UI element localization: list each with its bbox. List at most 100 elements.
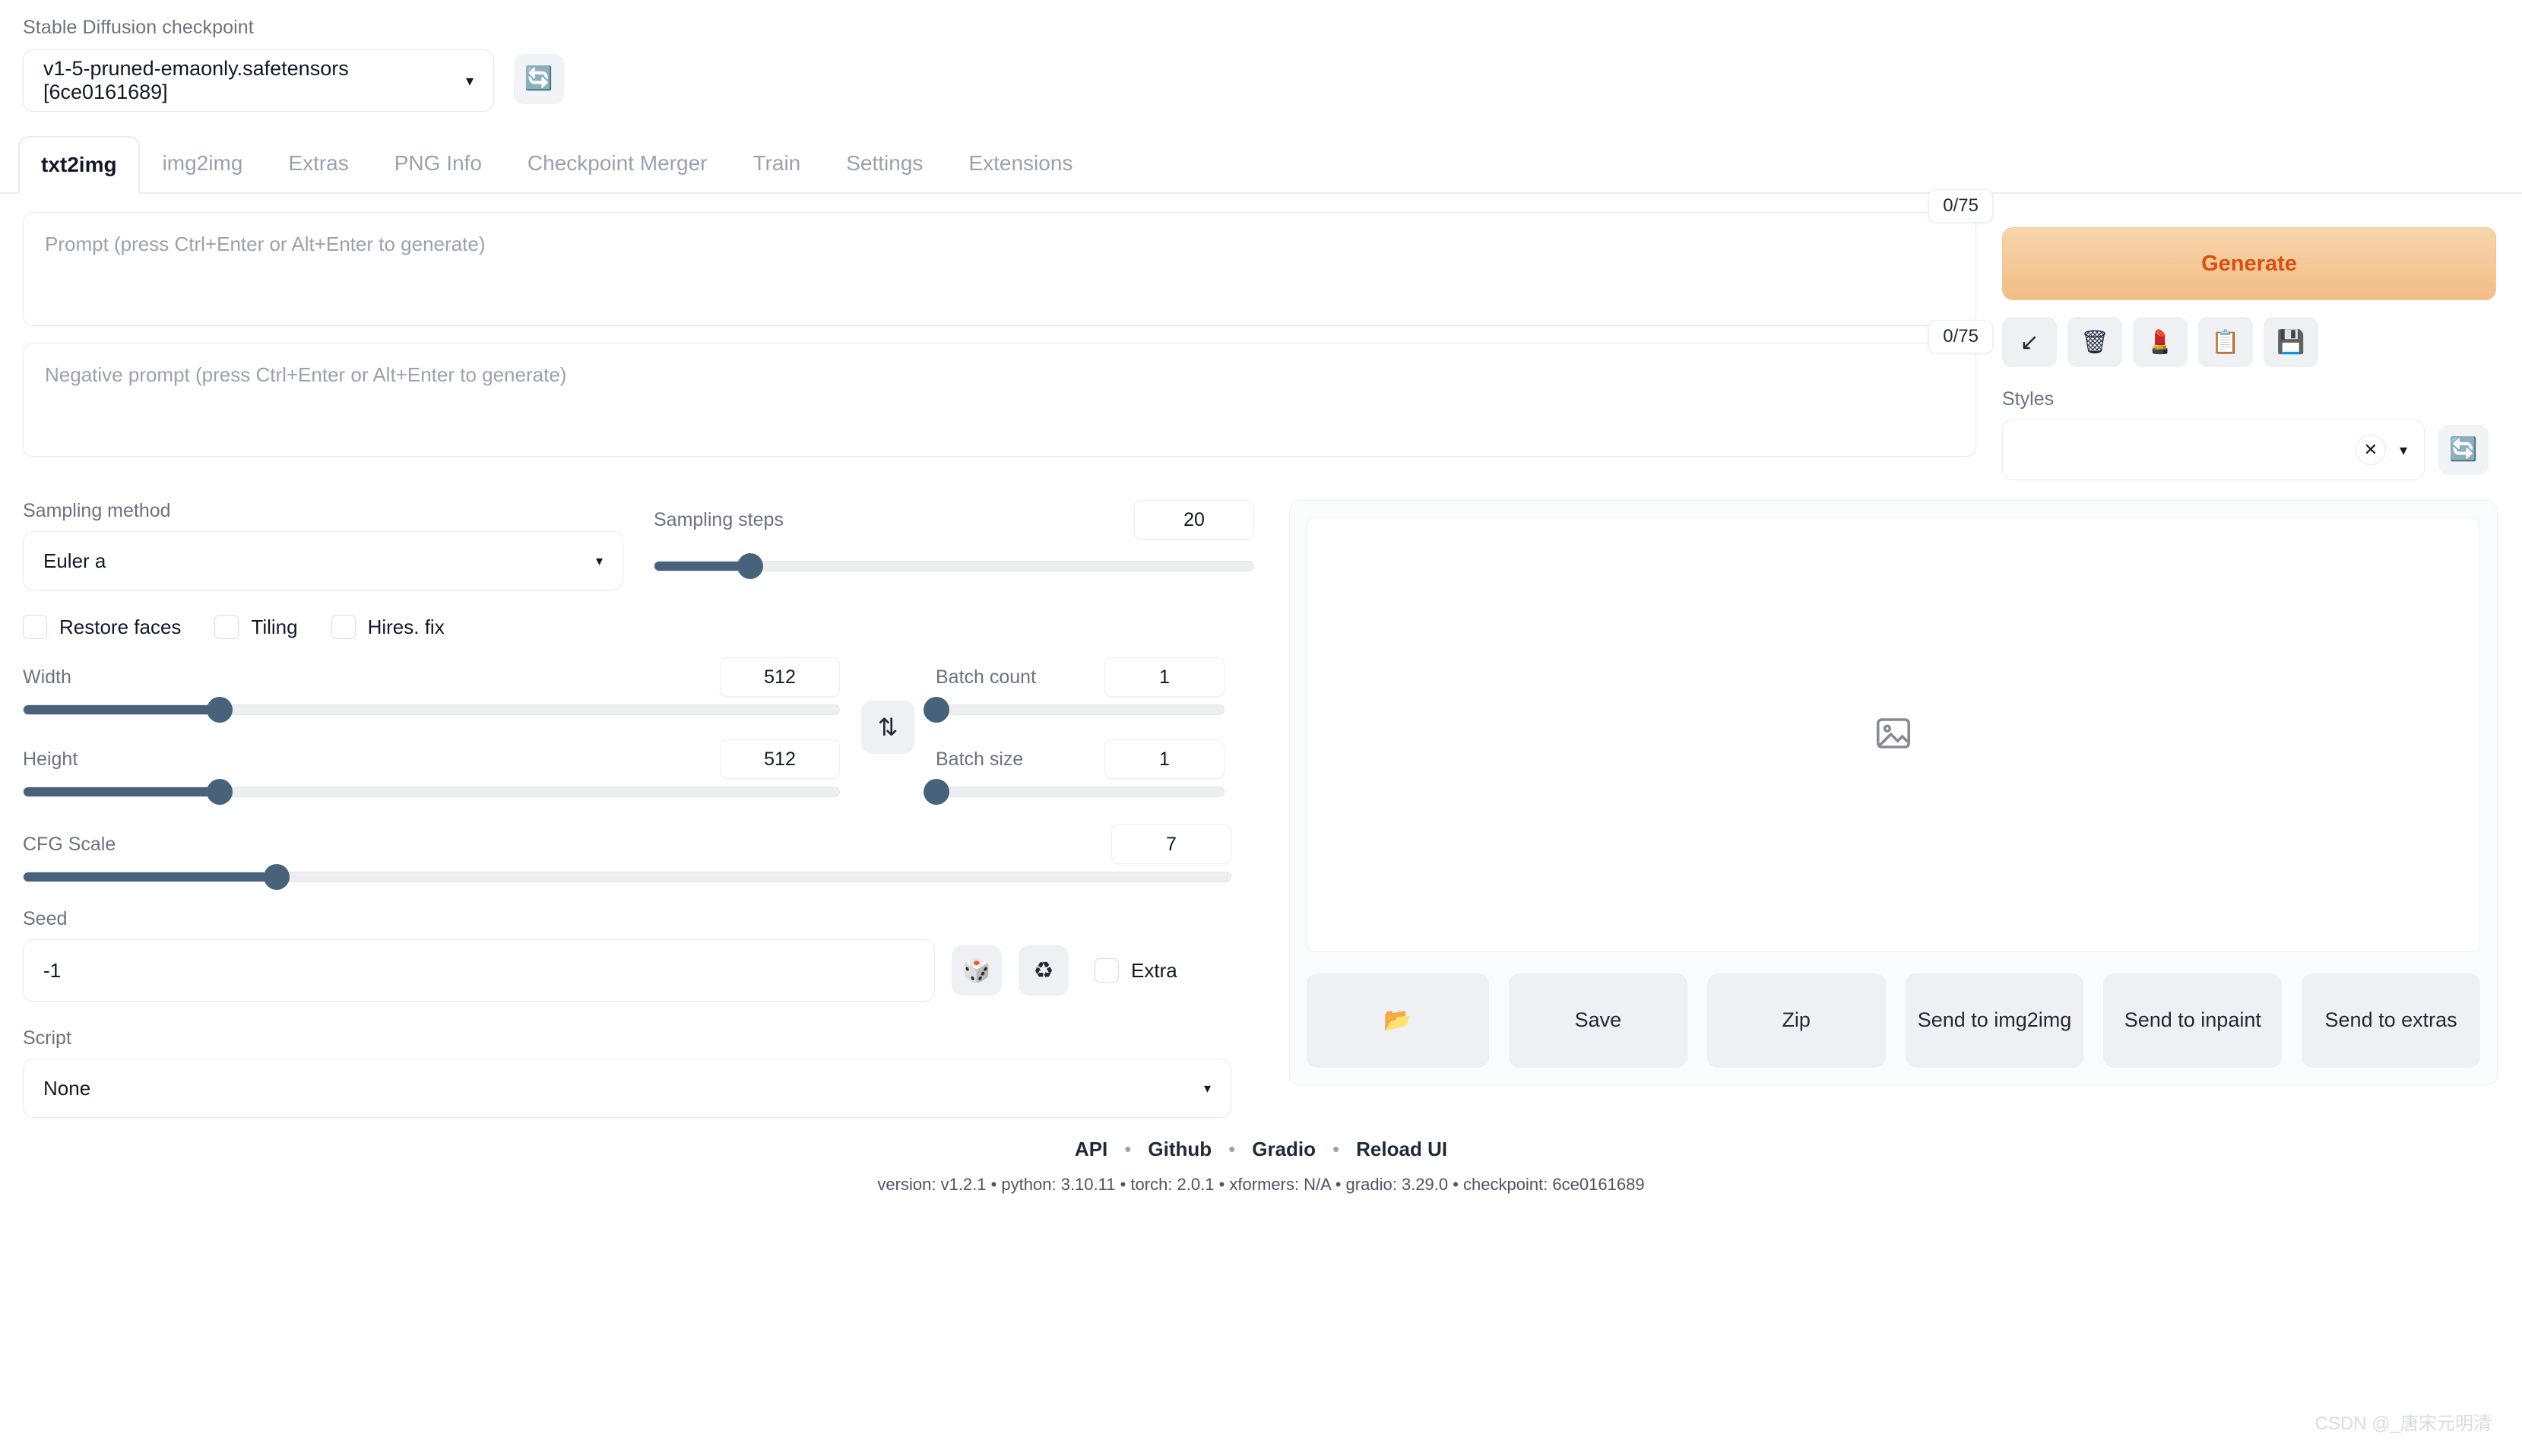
checkbox-box[interactable] [331,615,356,639]
batch-size-label: Batch size [936,748,1024,770]
cfg-scale-row: CFG Scale 7 [23,825,1231,890]
seed-input[interactable]: -1 [23,939,935,1002]
negative-prompt-input[interactable]: Negative prompt (press Ctrl+Enter or Alt… [23,343,1976,457]
send-to-img2img-button[interactable]: Send to img2img [1905,973,2084,1068]
generate-button[interactable]: Generate [2002,227,2496,300]
prompt-token-counter: 0/75 [1928,189,1993,223]
prompt-tools-row: ↙ 🗑 💄 📋 💾 [2002,317,2496,367]
negative-prompt-block: 0/75 Negative prompt (press Ctrl+Enter o… [23,320,1993,457]
batch-count-label: Batch count [936,666,1037,688]
tab-txt2img[interactable]: txt2img [18,136,140,194]
refresh-styles-button[interactable]: 🔄 [2438,425,2489,475]
hires-fix-checkbox[interactable]: Hires. fix [331,615,445,639]
app-root: Stable Diffusion checkpoint v1-5-pruned-… [0,0,2522,1456]
output-actions-row: 📂 Save Zip Send to img2img Send to inpai… [1307,973,2480,1068]
checkbox-box[interactable] [23,615,47,639]
refresh-icon: 🔄 [2449,437,2478,462]
tab-checkpoint-merger[interactable]: Checkpoint Merger [505,135,730,192]
zip-button[interactable]: Zip [1706,973,1886,1068]
refresh-icon: 🔄 [524,66,553,91]
arrow-down-left-icon: ↙ [2020,329,2039,355]
height-slider[interactable] [23,779,840,805]
output-gallery[interactable] [1307,518,2480,952]
folder-icon: 📂 [1383,1008,1412,1033]
dimensions-row: Width 512 Height 512 ⇅ Batch count 1 Bat… [23,657,1262,805]
seed-row: Seed -1 🎲 ♻ Extra [23,908,1262,1002]
extra-label: Extra [1131,958,1177,982]
restore-faces-label: Restore faces [59,615,182,638]
sampling-method-value: Euler a [43,549,106,572]
sampling-steps-slider[interactable] [654,553,1254,579]
swap-dimensions-button[interactable]: ⇅ [861,701,914,754]
styles-label: Styles [2002,388,2055,410]
clear-prompt-button[interactable]: 🗑 [2067,317,2122,367]
swap-dimensions-icon: ⇅ [877,714,898,741]
apply-style-button[interactable]: 📋 [2198,317,2253,367]
floppy-disk-icon: 💾 [2276,329,2305,355]
batch-count-slider[interactable] [924,697,1225,723]
clipboard-icon: 📋 [2211,329,2240,355]
chevron-down-icon: ▾ [1203,1080,1211,1096]
chevron-down-icon: ▾ [2399,442,2407,459]
dice-icon: 🎲 [962,957,991,983]
send-to-inpaint-button[interactable]: Send to inpaint [2103,973,2283,1068]
reuse-seed-button[interactable]: ♻ [1019,945,1069,995]
tab-train[interactable]: Train [730,135,823,192]
checkbox-box[interactable] [214,615,239,639]
show-extra-networks-button[interactable]: 💄 [2133,317,2188,367]
footer-link-gradio[interactable]: Gradio [1252,1138,1316,1161]
height-label: Height [23,748,78,770]
checkpoint-section: Stable Diffusion checkpoint v1-5-pruned-… [0,0,2522,112]
close-icon[interactable]: ✕ [2355,435,2386,465]
version-info: version: v1.2.1 • python: 3.10.11 • torc… [877,1175,1645,1194]
tab-img2img[interactable]: img2img [140,135,266,192]
footer-link-reload-ui[interactable]: Reload UI [1356,1138,1447,1161]
refresh-checkpoints-button[interactable]: 🔄 [514,54,564,104]
settings-region: Sampling method Euler a ▾ Sampling steps… [0,500,2522,1118]
open-folder-button[interactable]: 📂 [1307,973,1489,1068]
cfg-scale-value[interactable]: 7 [1111,825,1231,864]
footer-links: API • Github • Gradio • Reload UI [0,1138,2522,1161]
prompt-input[interactable]: Prompt (press Ctrl+Enter or Alt+Enter to… [23,212,1976,326]
image-placeholder-icon [1873,713,1914,758]
width-value[interactable]: 512 [720,657,840,697]
batch-size-slider[interactable] [924,779,1225,805]
extra-seed-checkbox[interactable]: Extra [1095,958,1177,983]
sampling-steps-value[interactable]: 20 [1134,500,1254,540]
styles-dropdown[interactable]: ✕ ▾ [2002,419,2425,480]
footer-link-api[interactable]: API [1075,1138,1107,1161]
output-panel: 📂 Save Zip Send to img2img Send to inpai… [1289,500,2498,1118]
height-value[interactable]: 512 [720,739,840,779]
script-select[interactable]: None ▾ [23,1059,1231,1118]
chevron-down-icon: ▾ [465,72,474,90]
batch-size-value[interactable]: 1 [1104,739,1225,779]
cfg-scale-slider[interactable] [23,864,1231,890]
width-slider[interactable] [23,697,840,723]
random-seed-button[interactable]: 🎲 [952,945,1002,995]
footer-separator: • [1332,1138,1340,1160]
tab-png-info[interactable]: PNG Info [372,135,505,192]
save-button[interactable]: Save [1509,973,1687,1068]
restore-faces-checkbox[interactable]: Restore faces [23,615,181,639]
tab-settings[interactable]: Settings [823,135,946,192]
footer-separator: • [1124,1138,1132,1160]
hires-fix-label: Hires. fix [367,615,445,638]
restore-progress-button[interactable]: ↙ [2002,317,2057,367]
checkbox-box[interactable] [1095,958,1119,983]
send-to-extras-button[interactable]: Send to extras [2302,973,2480,1068]
checkpoint-label: Stable Diffusion checkpoint [23,17,254,38]
tab-extras[interactable]: Extras [265,135,371,192]
save-style-button[interactable]: 💾 [2264,317,2318,367]
tiling-checkbox[interactable]: Tiling [214,615,298,639]
checkpoint-select[interactable]: v1-5-pruned-emaonly.safetensors [6ce0161… [23,49,494,112]
tab-extensions[interactable]: Extensions [946,135,1095,192]
footer: API • Github • Gradio • Reload UI versio… [0,1138,2522,1195]
checkpoint-value: v1-5-pruned-emaonly.safetensors [6ce0161… [43,57,349,103]
checkpoint-row: v1-5-pruned-emaonly.safetensors [6ce0161… [23,49,2522,112]
batch-count-value[interactable]: 1 [1104,657,1225,697]
sampling-steps-label: Sampling steps [654,508,784,530]
script-row: Script None ▾ [23,1027,1231,1118]
width-label: Width [23,666,71,688]
sampling-method-select[interactable]: Euler a ▾ [23,531,623,590]
footer-link-github[interactable]: Github [1148,1138,1212,1161]
